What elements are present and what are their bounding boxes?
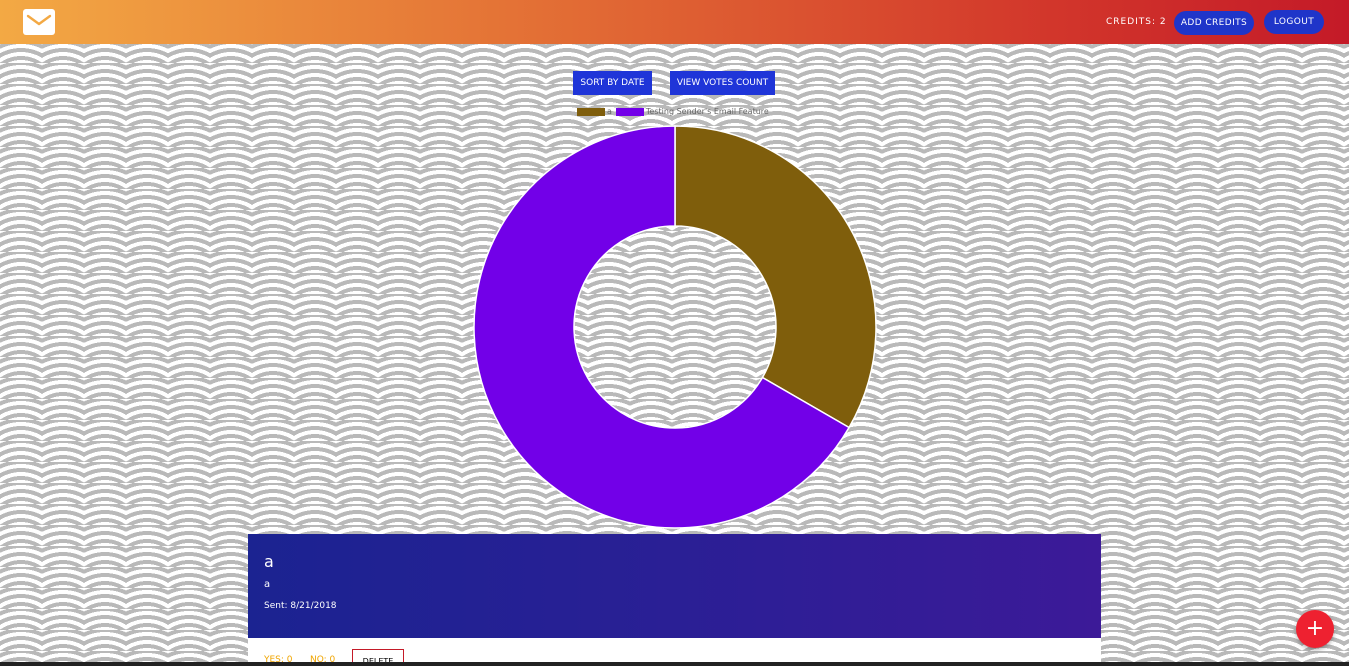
donut-slice-0[interactable]	[674, 125, 877, 429]
chart-legend: a Testing Sender's Email Feature	[577, 107, 773, 119]
legend-swatch-1[interactable]	[615, 107, 644, 116]
sort-by-date-button[interactable]: SORT BY DATE	[573, 71, 652, 95]
legend-label-1[interactable]: Testing Sender's Email Feature	[646, 107, 769, 116]
survey-card: a a Sent: 8/21/2018	[248, 534, 1101, 638]
add-icon: +	[1305, 616, 1325, 641]
top-navbar: CREDITS: 2 ADD CREDITS LOGOUT	[0, 0, 1349, 44]
survey-title: a	[264, 552, 274, 571]
legend-label-0[interactable]: a	[607, 107, 612, 116]
legend-swatch-0[interactable]	[577, 107, 605, 116]
bottom-bar	[0, 662, 1349, 666]
mail-icon[interactable]	[23, 9, 55, 35]
doughnut-chart	[473, 125, 877, 529]
survey-body: a	[264, 579, 271, 590]
add-credits-button[interactable]: ADD CREDITS	[1174, 11, 1254, 35]
survey-sent-date: Sent: 8/21/2018	[264, 601, 337, 611]
add-survey-fab[interactable]: +	[1296, 610, 1334, 648]
credits-count: CREDITS: 2	[1106, 17, 1167, 27]
view-votes-count-button[interactable]: VIEW VOTES COUNT	[670, 71, 775, 95]
logout-button[interactable]: LOGOUT	[1264, 10, 1324, 34]
